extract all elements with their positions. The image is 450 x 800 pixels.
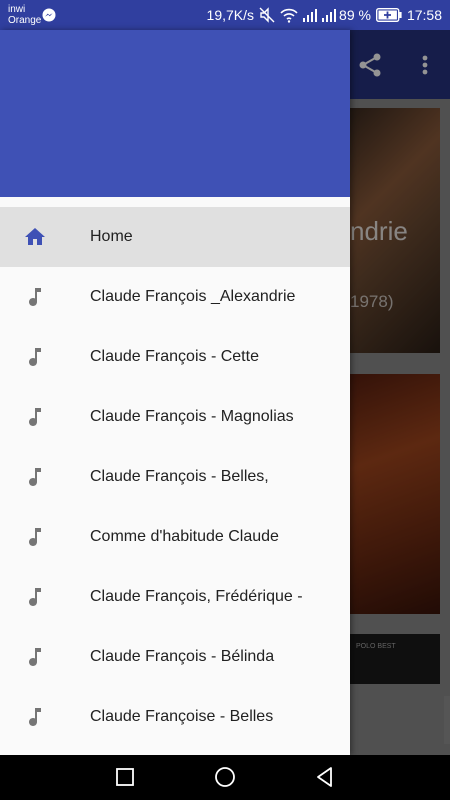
network-speed: 19,7K/s bbox=[206, 7, 255, 23]
drawer-menu: Home Claude François _Alexandrie Claude … bbox=[0, 207, 350, 747]
drawer-item-label: Claude Françoise - Belles bbox=[90, 708, 274, 725]
battery-percent: 89 % bbox=[339, 7, 371, 23]
drawer-item-song[interactable]: Comme d'habitude Claude bbox=[0, 507, 350, 567]
music-note-icon bbox=[23, 345, 47, 369]
drawer-item-label: Claude François - Magnolias bbox=[90, 408, 294, 425]
drawer-item-home[interactable]: Home bbox=[0, 207, 350, 267]
signal-icon-sim1 bbox=[303, 9, 318, 22]
drawer-item-label: Home bbox=[90, 228, 133, 245]
carrier-info: inwi Orange bbox=[8, 4, 41, 26]
music-note-icon bbox=[23, 525, 47, 549]
mute-icon bbox=[259, 7, 275, 23]
drawer-item-song[interactable]: Claude François - Magnolias bbox=[0, 387, 350, 447]
music-note-icon bbox=[23, 405, 47, 429]
drawer-item-song[interactable]: Claude François - Bélinda bbox=[0, 627, 350, 687]
home-button[interactable] bbox=[213, 765, 237, 789]
drawer-item-label: Claude François - Belles, bbox=[90, 468, 269, 485]
drawer-item-song[interactable]: Claude François - Belles, bbox=[0, 447, 350, 507]
status-bar: inwi Orange 19,7K/s 89 % 17:58 bbox=[0, 0, 450, 30]
drawer-item-song[interactable]: Claude Françoise - Belles bbox=[0, 687, 350, 747]
clock: 17:58 bbox=[406, 7, 442, 23]
drawer-item-label: Claude François, Frédérique - bbox=[90, 588, 303, 605]
navigation-drawer: Home Claude François _Alexandrie Claude … bbox=[0, 30, 350, 755]
music-note-icon bbox=[23, 705, 47, 729]
drawer-header bbox=[0, 30, 350, 197]
drawer-item-label: Comme d'habitude Claude bbox=[90, 528, 279, 545]
music-note-icon bbox=[23, 645, 47, 669]
home-icon bbox=[23, 225, 47, 249]
status-icons: 19,7K/s 89 % 17:58 bbox=[207, 6, 442, 24]
back-button[interactable] bbox=[313, 765, 337, 789]
drawer-item-song[interactable]: Claude François - Cette bbox=[0, 327, 350, 387]
battery-charging-icon bbox=[375, 8, 402, 22]
system-nav-bar bbox=[0, 755, 450, 800]
messenger-icon bbox=[42, 8, 56, 22]
carrier-line-2: Orange bbox=[8, 15, 42, 26]
drawer-item-song[interactable]: Claude François, Frédérique - bbox=[0, 567, 350, 627]
scrollbar[interactable] bbox=[444, 696, 450, 744]
music-note-icon bbox=[23, 285, 47, 309]
recents-button[interactable] bbox=[113, 765, 137, 789]
drawer-item-song[interactable]: Claude François _Alexandrie bbox=[0, 267, 350, 327]
wifi-icon bbox=[280, 8, 298, 23]
drawer-item-label: Claude François _Alexandrie bbox=[90, 288, 296, 305]
music-note-icon bbox=[23, 585, 47, 609]
drawer-item-label: Claude François - Bélinda bbox=[90, 648, 275, 665]
signal-icon-sim2 bbox=[322, 9, 337, 22]
carrier-line-1: inwi bbox=[8, 4, 26, 15]
drawer-item-label: Claude François - Cette bbox=[90, 348, 259, 365]
music-note-icon bbox=[23, 465, 47, 489]
